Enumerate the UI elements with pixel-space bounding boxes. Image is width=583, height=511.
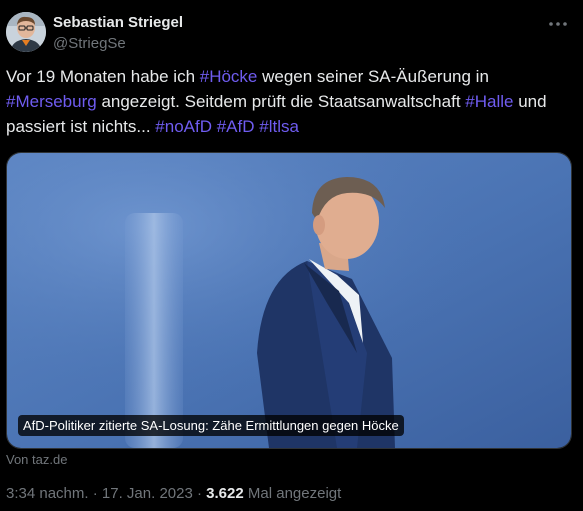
tweet-time[interactable]: 3:34 nachm. xyxy=(6,485,89,502)
views-count: 3.622 xyxy=(206,485,244,502)
hashtag-link[interactable]: #noAfD xyxy=(155,117,212,136)
separator: · xyxy=(92,485,98,502)
separator: · xyxy=(197,485,202,502)
tweet-text: Vor 19 Monaten habe ich #Höcke wegen sei… xyxy=(6,64,580,139)
card-caption: AfD-Politiker zitierte SA-Losung: Zähe E… xyxy=(18,415,404,436)
tweet: Sebastian Striegel @StriegSe Vor 19 Mona… xyxy=(0,0,583,511)
tweet-text-segment: wegen seiner SA-Äußerung in xyxy=(257,67,489,86)
hashtag-link[interactable]: #ltlsa xyxy=(259,117,299,136)
link-preview-card[interactable]: AfD-Politiker zitierte SA-Losung: Zähe E… xyxy=(6,152,572,449)
hashtag-link[interactable]: #Halle xyxy=(465,92,513,111)
person-portrait-icon xyxy=(6,12,46,52)
card-source[interactable]: Von taz.de xyxy=(6,452,67,467)
man-in-suit-photo xyxy=(7,153,571,448)
tweet-text-segment: angezeigt. Seitdem prüft die Staatsanwal… xyxy=(96,92,466,111)
author-name[interactable]: Sebastian Striegel xyxy=(53,14,183,31)
hashtag-link[interactable]: #Höcke xyxy=(200,67,258,86)
tweet-text-segment: Vor 19 Monaten habe ich xyxy=(6,67,200,86)
views-label: Mal angezeigt xyxy=(247,485,342,502)
tweet-date[interactable]: 17. Jan. 2023 xyxy=(102,485,193,502)
author-handle[interactable]: @StriegSe xyxy=(53,35,126,52)
hashtag-link[interactable]: #AfD xyxy=(217,117,255,136)
tweet-meta: 3:34 nachm. · 17. Jan. 2023 · 3.622 Mal … xyxy=(6,485,341,502)
hashtag-link[interactable]: #Merseburg xyxy=(6,92,97,111)
more-horizontal-icon[interactable] xyxy=(546,12,570,36)
avatar[interactable] xyxy=(6,12,46,52)
